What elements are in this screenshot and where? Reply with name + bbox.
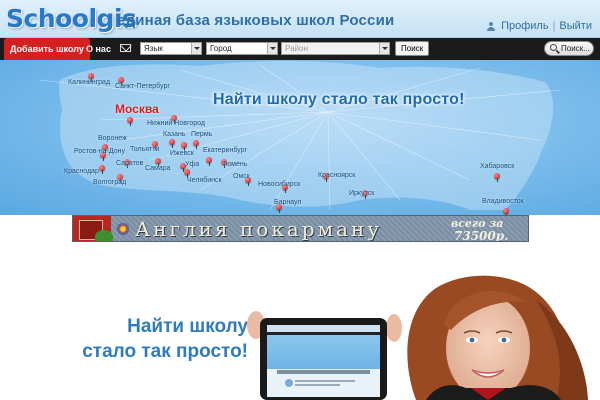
city-label[interactable]: Краснодар: [64, 168, 99, 175]
city-label[interactable]: Тольятти: [130, 146, 159, 153]
tablet-screen-header: [267, 325, 380, 332]
promo-title: Найти школу стало так просто!: [82, 314, 248, 364]
banner-flag-icon: [117, 223, 129, 235]
language-select[interactable]: Язык: [140, 42, 202, 55]
tablet-screen-banner: [277, 370, 370, 374]
city-label[interactable]: Владивосток: [482, 198, 524, 205]
city-pin[interactable]: [127, 117, 133, 126]
city-label[interactable]: Новосибирск: [258, 181, 300, 188]
banner-text: Англия покарману: [135, 217, 383, 241]
site-tagline: единая база языковых школ России: [117, 12, 395, 29]
city-pin[interactable]: [193, 140, 199, 149]
city-label[interactable]: Хабаровск: [480, 163, 514, 170]
foliage-image: [95, 230, 113, 241]
logout-link[interactable]: Выйти: [559, 20, 592, 32]
nav-bar: Добавить школу О нас Язык Город Район По…: [0, 38, 600, 60]
add-school-button[interactable]: Добавить школу: [4, 38, 90, 60]
map-headline: Найти школу стало так просто!: [213, 91, 465, 108]
tablet-screen-text: [295, 384, 340, 386]
city-pin[interactable]: [494, 173, 500, 182]
city-label[interactable]: Иркутск: [349, 190, 374, 197]
city-label[interactable]: Тюмень: [222, 161, 247, 168]
about-link[interactable]: О нас: [86, 38, 111, 60]
mail-icon[interactable]: [120, 44, 131, 52]
city-label[interactable]: Нижний Новгород: [147, 120, 205, 127]
tablet-device: [260, 318, 387, 400]
user-links: Профиль | Выйти: [487, 20, 592, 32]
city-label[interactable]: Казань: [163, 131, 186, 138]
city-label[interactable]: Уфа: [185, 161, 199, 168]
promo-line-1: Найти школу: [127, 316, 248, 337]
city-label[interactable]: Пермь: [191, 131, 212, 138]
city-label[interactable]: Саратов: [116, 160, 143, 167]
city-label[interactable]: Барнаул: [274, 199, 302, 206]
district-select[interactable]: Район: [281, 42, 390, 55]
city-pin[interactable]: [99, 165, 105, 174]
city-label[interactable]: Москва: [115, 102, 159, 116]
chevron-down-icon: [267, 43, 277, 54]
city-pin[interactable]: [206, 157, 212, 166]
user-icon: [487, 21, 496, 31]
city-pin[interactable]: [503, 208, 509, 215]
chevron-down-icon: [191, 43, 201, 54]
city-select[interactable]: Город: [206, 42, 278, 55]
city-label[interactable]: Воронеж: [98, 135, 127, 142]
city-label[interactable]: Калининград: [68, 79, 110, 86]
tablet-screen-map: [267, 335, 380, 369]
russia-map[interactable]: Найти школу стало так просто! Калинингра…: [0, 60, 600, 215]
city-label[interactable]: Екатеринбург: [203, 147, 247, 154]
city-pin[interactable]: [169, 139, 175, 148]
search-button-label: Поиск...: [561, 44, 590, 53]
city-select-value: Город: [210, 44, 232, 53]
ad-banner[interactable]: Англия покарману всего за 73500р.: [72, 215, 529, 242]
search-icon: [550, 44, 557, 51]
banner-price: 73500р.: [454, 229, 509, 242]
city-pin[interactable]: [155, 158, 161, 167]
city-pin[interactable]: [181, 142, 187, 151]
tablet-screen: [267, 325, 380, 397]
tablet-screen-logo: [285, 379, 293, 387]
city-pin[interactable]: [184, 169, 190, 178]
site-header: Schoolgis единая база языковых школ Росс…: [0, 0, 600, 38]
city-label[interactable]: Санкт-Петербург: [115, 83, 170, 90]
promo-line-2: стало так просто!: [82, 341, 248, 362]
language-select-value: Язык: [144, 44, 163, 53]
tablet-screen-text: [295, 380, 355, 382]
city-label[interactable]: Ижевск: [170, 150, 194, 157]
find-button[interactable]: Поиск: [395, 41, 430, 56]
city-label[interactable]: Красноярск: [318, 172, 355, 179]
city-label[interactable]: Челябинск: [187, 177, 222, 184]
city-label[interactable]: Самара: [145, 165, 171, 172]
chevron-down-icon: [379, 43, 389, 54]
district-select-value: Район: [285, 44, 308, 53]
city-label[interactable]: Волгоград: [93, 179, 126, 186]
city-label[interactable]: Омск: [233, 173, 250, 180]
link-separator: |: [552, 20, 556, 32]
search-button[interactable]: Поиск...: [544, 41, 594, 56]
city-label[interactable]: Ростов-на-Дону: [74, 148, 125, 155]
profile-link[interactable]: Профиль: [501, 20, 549, 32]
